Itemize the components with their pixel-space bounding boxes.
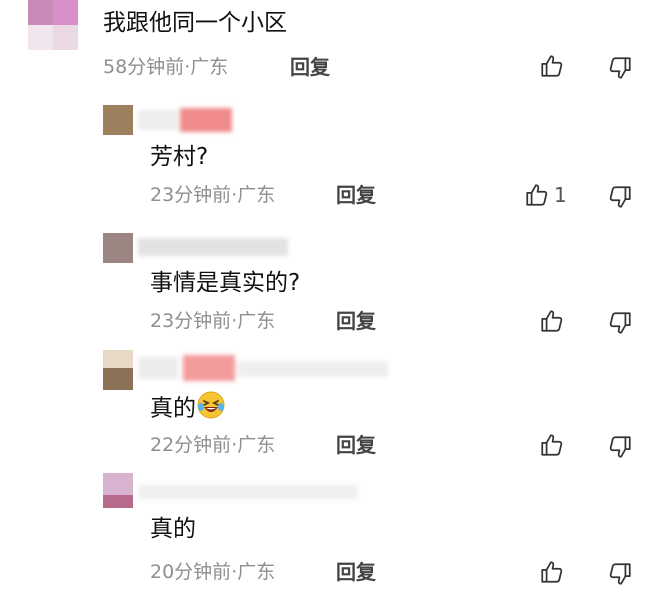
dislike-button[interactable] bbox=[607, 434, 633, 460]
reply-button[interactable]: 回复 bbox=[290, 55, 330, 79]
thumbs-up-icon bbox=[539, 308, 565, 334]
comment-time: 58分钟前 bbox=[103, 56, 185, 78]
avatar[interactable] bbox=[103, 105, 133, 135]
comment-text: 芳村? bbox=[150, 144, 209, 170]
thumbs-up-icon bbox=[539, 559, 565, 585]
like-button[interactable] bbox=[539, 432, 565, 458]
avatar[interactable] bbox=[28, 0, 78, 50]
comment-item: 芳村? 23分钟前·广东 回复 1 bbox=[0, 100, 660, 220]
reply-button[interactable]: 回复 bbox=[336, 433, 376, 457]
thumbs-down-icon bbox=[607, 184, 633, 210]
comment-location: 广东 bbox=[237, 434, 276, 456]
comment-item: 真的 20分钟前·广东 回复 bbox=[0, 470, 660, 596]
thumbs-down-icon bbox=[607, 434, 633, 460]
username-blurred bbox=[138, 235, 288, 259]
like-button[interactable] bbox=[539, 53, 565, 79]
thumbs-up-icon bbox=[524, 182, 550, 208]
comment-meta: 23分钟前·广东 bbox=[150, 184, 276, 206]
like-button[interactable] bbox=[539, 559, 565, 585]
avatar[interactable] bbox=[103, 233, 133, 263]
like-count: 1 bbox=[554, 183, 567, 207]
thumbs-down-icon bbox=[607, 310, 633, 336]
comment-item: 真的 22分钟前·广东 回复 bbox=[0, 345, 660, 470]
dislike-button[interactable] bbox=[607, 310, 633, 336]
comment-item: 我跟他同一个小区 58分钟前·广东 回复 bbox=[0, 0, 660, 90]
reply-button[interactable]: 回复 bbox=[336, 309, 376, 333]
username-blurred bbox=[138, 480, 358, 504]
thumbs-up-icon bbox=[539, 53, 565, 79]
comment-time: 20分钟前 bbox=[150, 561, 232, 583]
username-blurred bbox=[138, 108, 233, 132]
comment-time: 23分钟前 bbox=[150, 184, 232, 206]
comment-location: 广东 bbox=[237, 184, 276, 206]
comment-text: 我跟他同一个小区 bbox=[103, 10, 287, 36]
comment-text: 真的 bbox=[150, 516, 196, 542]
like-button[interactable] bbox=[539, 308, 565, 334]
username-blurred bbox=[138, 353, 388, 383]
comment-text: 真的 bbox=[150, 390, 226, 428]
laughing-tears-emoji bbox=[196, 390, 226, 428]
thumbs-up-icon bbox=[539, 432, 565, 458]
comment-location: 广东 bbox=[190, 56, 229, 78]
comment-time: 23分钟前 bbox=[150, 310, 232, 332]
like-button[interactable]: 1 bbox=[524, 182, 567, 208]
comment-text: 事情是真实的? bbox=[150, 270, 301, 296]
avatar[interactable] bbox=[103, 350, 133, 390]
comment-item: 事情是真实的? 23分钟前·广东 回复 bbox=[0, 225, 660, 345]
avatar[interactable] bbox=[103, 473, 133, 508]
comment-time: 22分钟前 bbox=[150, 434, 232, 456]
comment-meta: 22分钟前·广东 bbox=[150, 434, 276, 456]
thumbs-down-icon bbox=[607, 55, 633, 81]
reply-button[interactable]: 回复 bbox=[336, 183, 376, 207]
comment-location: 广东 bbox=[237, 561, 276, 583]
comment-meta: 23分钟前·广东 bbox=[150, 310, 276, 332]
comment-meta: 58分钟前·广东 bbox=[103, 56, 229, 78]
dislike-button[interactable] bbox=[607, 184, 633, 210]
reply-button[interactable]: 回复 bbox=[336, 560, 376, 584]
thumbs-down-icon bbox=[607, 561, 633, 587]
dislike-button[interactable] bbox=[607, 561, 633, 587]
dislike-button[interactable] bbox=[607, 55, 633, 81]
comment-meta: 20分钟前·广东 bbox=[150, 561, 276, 583]
comment-location: 广东 bbox=[237, 310, 276, 332]
